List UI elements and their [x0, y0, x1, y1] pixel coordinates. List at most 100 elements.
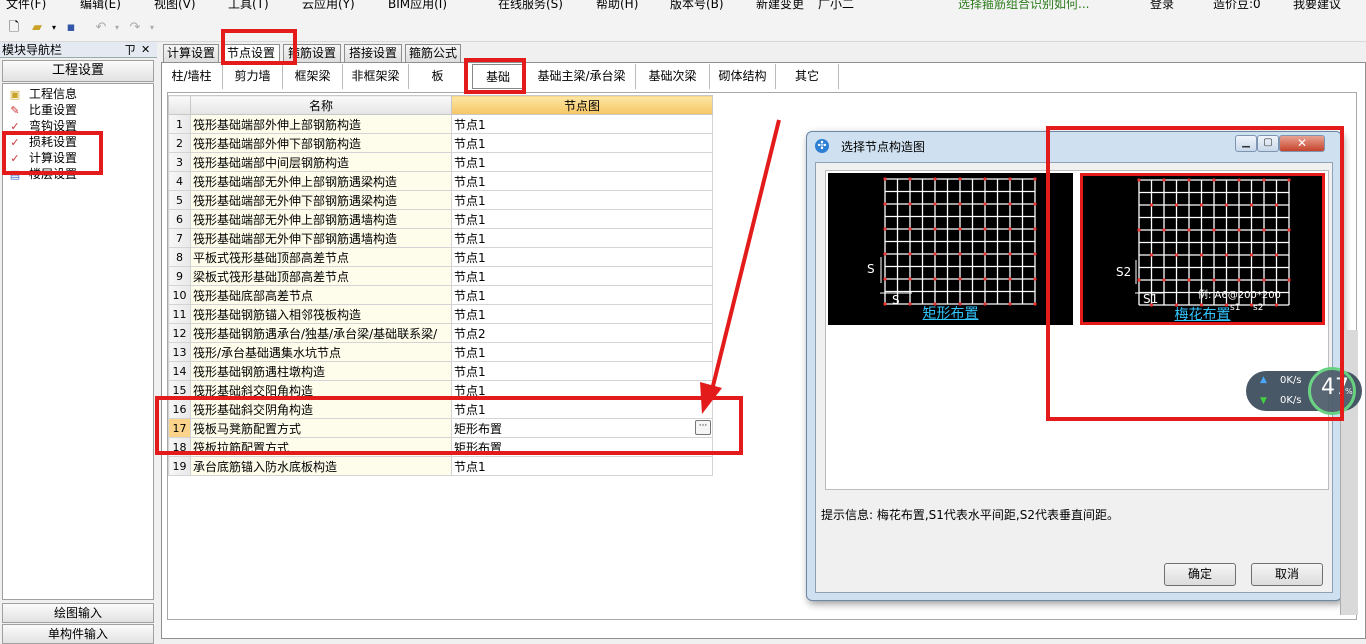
table-row[interactable]: 6 筏形基础端部无外伸上部钢筋遇墙构造 节点1	[168, 209, 713, 229]
subtab-foundation-main-beam[interactable]: 基础主梁/承台梁	[528, 64, 636, 89]
table-row[interactable]: 12 筏形基础钢筋遇承台/独基/承台梁/基础联系梁/节点2	[168, 323, 713, 343]
subtab-frame-beam[interactable]: 框架梁	[283, 64, 343, 89]
row-node[interactable]: 节点1	[451, 361, 713, 381]
row-node[interactable]: 节点1	[451, 285, 713, 305]
tab-lap-settings[interactable]: 搭接设置	[344, 44, 402, 63]
subtab-slab[interactable]: 板	[409, 64, 467, 89]
row-node[interactable]: 节点1	[451, 152, 713, 172]
column-header-node[interactable]: 节点图	[451, 95, 713, 115]
tree-item-weight[interactable]: ✎ 比重设置	[7, 102, 77, 118]
row-node[interactable]: 节点1	[451, 209, 713, 229]
undo-dropdown-icon[interactable]: ▾	[108, 19, 126, 37]
row-node[interactable]: 节点2	[451, 323, 713, 343]
table-row[interactable]: 10 筏形基础底部高差节点 节点1	[168, 285, 713, 305]
drawing-input-button[interactable]: 绘图输入	[2, 603, 154, 623]
tree-item-loss[interactable]: ✓ 损耗设置	[7, 134, 77, 150]
row-node[interactable]: 节点1	[451, 133, 713, 153]
redo-dropdown-icon[interactable]: ▾	[143, 19, 161, 37]
row-node[interactable]: 节点1	[451, 171, 713, 191]
row-node[interactable]: 矩形布置 ···	[451, 418, 713, 438]
table-row[interactable]: 11 筏形基础钢筋锚入相邻筏板构造 节点1	[168, 304, 713, 324]
menu-item[interactable]: 版本号(B)	[670, 0, 724, 12]
table-row[interactable]: 3 筏形基础端部中间层钢筋构造 节点1	[168, 152, 713, 172]
new-file-icon[interactable]: 🗋	[5, 19, 23, 37]
ok-button[interactable]: 确定	[1164, 563, 1236, 586]
menu-notice[interactable]: 选择箍筋组合识别如何...	[958, 0, 1089, 12]
tree-item-hook[interactable]: ✓ 弯钩设置	[7, 118, 77, 134]
row-node[interactable]: 节点1	[451, 399, 713, 419]
suggest-link[interactable]: 我要建议	[1293, 0, 1341, 12]
subtab-shear-wall[interactable]: 剪力墙	[223, 64, 283, 89]
open-folder-icon[interactable]: ▰	[28, 19, 46, 37]
menu-item[interactable]: 在线服务(S)	[498, 0, 563, 12]
menu-item[interactable]: 广小二	[818, 0, 854, 12]
subtab-other[interactable]: 其它	[776, 64, 839, 89]
tab-stirrup-formula[interactable]: 箍筋公式	[405, 44, 461, 63]
pin-icon[interactable]: ㄗ	[124, 42, 136, 58]
column-header-name[interactable]: 名称	[190, 95, 452, 115]
menu-item[interactable]: 视图(V)	[154, 0, 196, 12]
save-icon[interactable]: ▪	[62, 19, 80, 37]
close-icon[interactable]: ✕	[141, 42, 150, 58]
subtab-foundation-secondary-beam[interactable]: 基础次梁	[636, 64, 710, 89]
minimize-button[interactable]: ▁	[1235, 135, 1257, 152]
open-dropdown-icon[interactable]: ▾	[45, 19, 63, 37]
subtab-masonry[interactable]: 砌体结构	[710, 64, 776, 89]
tab-node-settings[interactable]: 节点设置	[222, 44, 280, 64]
table-row[interactable]: 16 筏形基础斜交阴角构造 节点1	[168, 399, 713, 419]
close-button[interactable]: ✕	[1279, 135, 1325, 152]
table-row[interactable]: 9 梁板式筏形基础顶部高差节点 节点1	[168, 266, 713, 286]
menu-item[interactable]: BIM应用(I)	[388, 0, 447, 12]
subtab-foundation[interactable]: 基础	[472, 64, 524, 89]
table-row[interactable]: 18 筏板拉筋配置方式 矩形布置	[168, 437, 713, 457]
cancel-button[interactable]: 取消	[1251, 563, 1323, 586]
login-link[interactable]: 登录	[1150, 0, 1174, 12]
row-node[interactable]: 节点1	[451, 114, 713, 134]
subtab-column[interactable]: 柱/墙柱	[161, 64, 223, 89]
menu-item[interactable]: 新建变更	[756, 0, 804, 12]
row-node-value: 节点1	[454, 117, 486, 132]
row-node[interactable]: 节点1	[451, 304, 713, 324]
table-row[interactable]: 1 筏形基础端部外伸上部钢筋构造 节点1	[168, 114, 713, 134]
menu-item[interactable]: 帮助(H)	[596, 0, 638, 12]
navigator-group-header[interactable]: 工程设置	[2, 60, 154, 82]
option-rect-layout[interactable]: S S 矩形布置	[828, 173, 1073, 325]
row-node[interactable]: 节点1	[451, 190, 713, 210]
tree-item-project-info[interactable]: ▣ 工程信息	[7, 86, 77, 102]
single-component-input-button[interactable]: 单构件输入	[2, 624, 154, 644]
table-row[interactable]: 8 平板式筏形基础顶部高差节点 节点1	[168, 247, 713, 267]
row-node[interactable]: 节点1	[451, 456, 713, 476]
table-row[interactable]: 19 承台底筋锚入防水底板构造 节点1	[168, 456, 713, 476]
table-row[interactable]: 2 筏形基础端部外伸下部钢筋构造 节点1	[168, 133, 713, 153]
coin-balance[interactable]: 造价豆:0	[1213, 0, 1261, 12]
tree-item-calc[interactable]: ✓ 计算设置	[7, 150, 77, 166]
row-node[interactable]: 节点1	[451, 380, 713, 400]
row-node[interactable]: 矩形布置	[451, 437, 713, 457]
table-row[interactable]: 15 筏形基础斜交阳角构造 节点1	[168, 380, 713, 400]
maximize-button[interactable]: ▢	[1257, 135, 1279, 152]
table-row[interactable]: 17 筏板马凳筋配置方式 矩形布置 ···	[168, 418, 713, 438]
row-node[interactable]: 节点1	[451, 266, 713, 286]
table-row[interactable]: 7 筏形基础端部无外伸下部钢筋遇墙构造 节点1	[168, 228, 713, 248]
ellipsis-button[interactable]: ···	[695, 420, 711, 435]
table-row[interactable]: 5 筏形基础端部无外伸下部钢筋遇梁构造 节点1	[168, 190, 713, 210]
menu-item[interactable]: 云应用(Y)	[302, 0, 355, 12]
subtab-nonframe-beam[interactable]: 非框架梁	[343, 64, 409, 89]
menu-item[interactable]: 文件(F)	[6, 0, 46, 12]
table-row[interactable]: 14 筏形基础钢筋遇柱墩构造 节点1	[168, 361, 713, 381]
menu-item[interactable]: 编辑(E)	[80, 0, 121, 12]
table-row[interactable]: 4 筏形基础端部无外伸上部钢筋遇梁构造 节点1	[168, 171, 713, 191]
redo-icon[interactable]: ↷	[126, 19, 144, 37]
option-plum-layout[interactable]: S2 S1 例: A6@200*200 s1 s2 梅花布置	[1080, 173, 1325, 325]
tab-calc-settings[interactable]: 计算设置	[163, 44, 219, 63]
row-number: 7	[168, 228, 191, 248]
row-node[interactable]: 节点1	[451, 247, 713, 267]
row-node[interactable]: 节点1	[451, 228, 713, 248]
row-node[interactable]: 节点1	[451, 342, 713, 362]
menu-item[interactable]: 工具(T)	[228, 0, 269, 12]
row-node-value: 节点1	[454, 402, 486, 417]
tree-item-floor[interactable]: ▤ 楼层设置	[7, 166, 77, 182]
usage-ring[interactable]: 47 %	[1308, 367, 1356, 415]
tab-stirrup-settings[interactable]: 箍筋设置	[283, 44, 341, 63]
table-row[interactable]: 13 筏形/承台基础遇集水坑节点 节点1	[168, 342, 713, 362]
